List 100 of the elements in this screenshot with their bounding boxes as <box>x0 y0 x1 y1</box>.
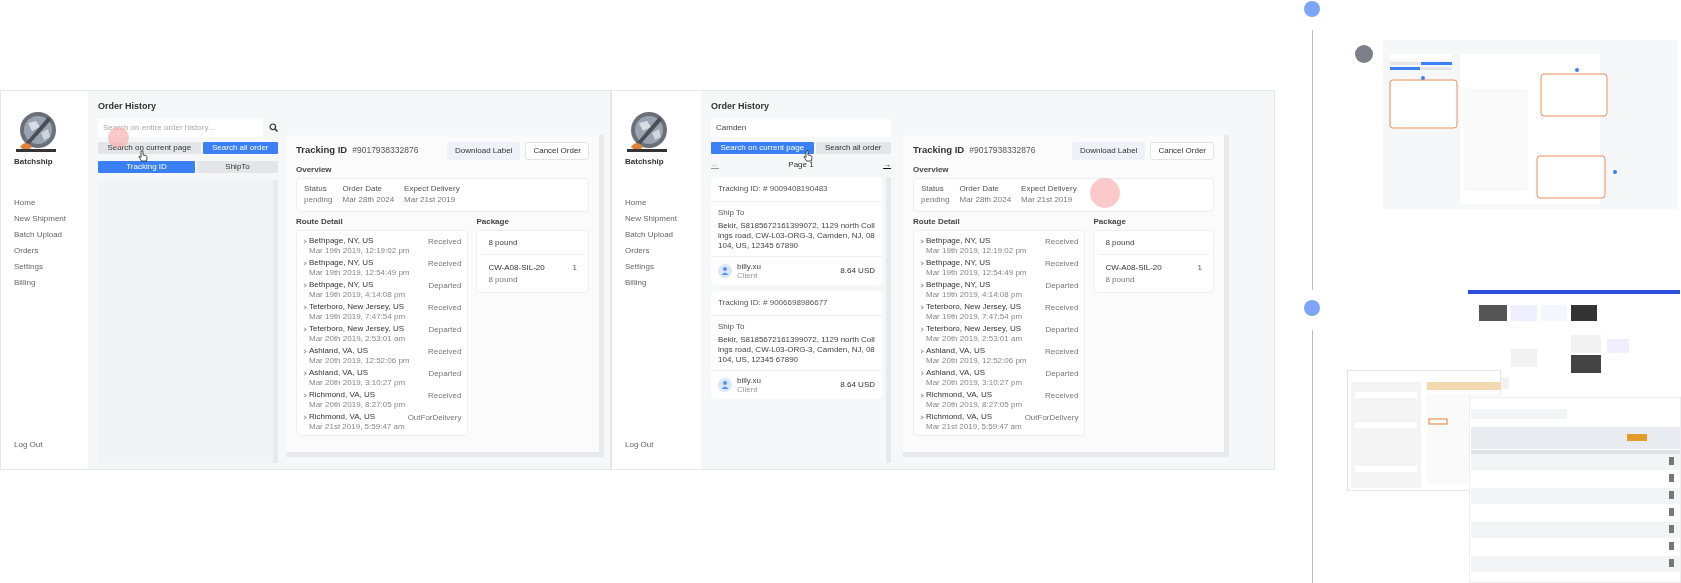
segment-button[interactable]: Search on current page <box>711 141 814 154</box>
route-time: Mar 19th 2019, 7:47:54 pm <box>309 311 406 321</box>
package-weight: 8 pound <box>1098 230 1209 255</box>
click-highlight <box>1090 178 1120 208</box>
route-status: Received <box>1045 301 1079 314</box>
action-button[interactable]: Cancel Order <box>1150 141 1214 160</box>
next-page-button[interactable]: → <box>883 160 891 169</box>
package-quantity: 1 <box>572 261 577 274</box>
tracking-id: #9017938332876 <box>969 144 1036 157</box>
nav-link[interactable]: New Shipment <box>625 214 701 223</box>
action-button[interactable]: Cancel Order <box>525 141 589 160</box>
logout-link[interactable]: Log Out <box>625 439 701 451</box>
search-field[interactable]: Camden <box>711 118 891 137</box>
route-location: Bethpage, NY, US <box>926 279 992 290</box>
field-label: Order Date <box>342 183 384 194</box>
nav-link[interactable]: Billing <box>625 278 701 287</box>
ship-to-address: Bekir, S8185672161399072, 1129 north Collings road, CW-L03-ORG-3, Camden, NJ, 08104, US, 12345 67890 <box>718 220 875 251</box>
route-location: Ashland, VA, US <box>926 345 986 356</box>
route-location: Richmond, VA, US <box>926 411 994 422</box>
segment-button[interactable]: Search on current page <box>98 141 201 154</box>
route-location: Ashland, VA, US <box>309 367 369 378</box>
nav-link[interactable]: Orders <box>14 246 88 255</box>
package-sku: CW-A08-SIL-20 <box>1105 261 1162 274</box>
nav-link[interactable]: Settings <box>14 262 88 271</box>
order-tracking-id: Tracking ID: # 9006698986677 <box>711 290 882 316</box>
page-title: Order History <box>98 100 158 113</box>
route-time: Mar 20th 2019, 8:27:05 pm <box>309 399 406 409</box>
section-title: Route Detail <box>913 216 961 227</box>
segment-button[interactable]: Search all order <box>202 141 278 154</box>
hand-cursor-icon <box>803 150 813 162</box>
route-status: Received <box>428 301 462 314</box>
nav-link[interactable]: Home <box>625 198 701 207</box>
section-title: Overview <box>296 164 333 175</box>
route-location: Teterboro, New Jersey, US <box>926 323 1022 334</box>
user-name: billy.xu <box>737 261 761 271</box>
tracking-label: Tracking ID <box>296 143 348 158</box>
order-tracking-id: Tracking ID: # 9009408190483 <box>711 176 882 202</box>
field-value: pending <box>304 194 333 205</box>
package-weight: 8 pound <box>481 230 584 255</box>
segment-button[interactable]: ShipTo <box>197 160 278 173</box>
route-time: Mar 19th 2019, 4:14:08 pm <box>926 289 1023 299</box>
field-value: Mar 21st 2019 <box>404 194 457 205</box>
ship-to-label: Ship To <box>718 206 746 219</box>
route-status: Departed <box>1045 323 1079 336</box>
route-status: OutForDelivery <box>407 411 462 424</box>
route-status: Received <box>428 235 462 248</box>
nav-link[interactable]: Billing <box>14 278 88 287</box>
order-card[interactable]: Tracking ID: # 9006698986677 Ship To Bekir, S8185672161399072, 1129 north Collings road, CW-L03-ORG-3, Camden, NJ, 08104, US, 12345 67890 billy.xu Client 8.64 USD <box>711 290 882 399</box>
route-status: Received <box>428 345 462 358</box>
nav-link[interactable]: Batch Upload <box>14 230 88 239</box>
search-field[interactable]: Search on entire order history... <box>98 118 263 137</box>
route-location: Bethpage, NY, US <box>309 279 375 290</box>
nav-link[interactable]: Home <box>14 198 88 207</box>
brand-name: Batchship <box>14 156 54 168</box>
user-role: Client <box>737 270 758 280</box>
field-label: Status <box>304 183 328 194</box>
route-location: Richmond, VA, US <box>309 389 377 400</box>
field-label: Order Date <box>959 183 1001 194</box>
nav-link[interactable]: Settings <box>625 262 701 271</box>
avatar-icon <box>718 263 732 278</box>
nav-link[interactable]: New Shipment <box>14 214 88 223</box>
route-time: Mar 19th 2019, 12:19:02 pm <box>309 245 410 255</box>
route-location: Teterboro, New Jersey, US <box>309 301 405 312</box>
route-location: Bethpage, NY, US <box>926 257 992 268</box>
nav-link[interactable]: Batch Upload <box>625 230 701 239</box>
route-location: Richmond, VA, US <box>309 411 377 422</box>
tracking-id: #9017938332876 <box>352 144 419 157</box>
route-location: Ashland, VA, US <box>926 367 986 378</box>
page-label: Page 1 <box>788 158 814 171</box>
field-label: Status <box>921 183 945 194</box>
brand-name: Batchship <box>625 156 665 168</box>
field-value: pending <box>921 194 950 205</box>
route-status: Received <box>428 389 462 402</box>
route-time: Mar 21st 2019, 5:59:47 am <box>926 421 1022 431</box>
logout-link[interactable]: Log Out <box>14 439 88 451</box>
route-time: Mar 19th 2019, 4:14:08 pm <box>309 289 406 299</box>
nav-link[interactable]: Orders <box>625 246 701 255</box>
route-time: Mar 20th 2019, 8:27:05 pm <box>926 399 1023 409</box>
tracking-label: Tracking ID <box>913 143 965 158</box>
route-location: Bethpage, NY, US <box>309 257 375 268</box>
route-location: Bethpage, NY, US <box>926 235 992 246</box>
timeline-dot <box>1304 300 1320 316</box>
route-time: Mar 20th 2019, 12:52:06 pm <box>309 355 410 365</box>
segment-button[interactable]: Search all order <box>815 141 891 154</box>
field-value: Mar 28th 2024 <box>342 194 395 205</box>
route-status: Departed <box>428 367 462 380</box>
order-card[interactable]: Tracking ID: # 9009408190483 Ship To Bekir, S8185672161399072, 1129 north Collings road, CW-L03-ORG-3, Camden, NJ, 08104, US, 12345 67890 billy.xu Client 8.64 USD <box>711 176 882 285</box>
route-status: Departed <box>1045 279 1079 292</box>
route-status: Received <box>1045 345 1079 358</box>
route-status: Received <box>428 257 462 270</box>
segment-button[interactable]: Tracking ID <box>98 160 196 173</box>
action-button[interactable]: Download Label <box>447 141 521 160</box>
route-time: Mar 20th 2019, 12:52:06 pm <box>926 355 1027 365</box>
package-weight: 8 pound <box>1105 273 1136 286</box>
page-title: Order History <box>711 100 771 113</box>
search-icon <box>269 123 278 132</box>
route-location: Richmond, VA, US <box>926 389 994 400</box>
route-location: Teterboro, New Jersey, US <box>926 301 1022 312</box>
action-button[interactable]: Download Label <box>1072 141 1146 160</box>
section-title: Package <box>1093 216 1127 227</box>
